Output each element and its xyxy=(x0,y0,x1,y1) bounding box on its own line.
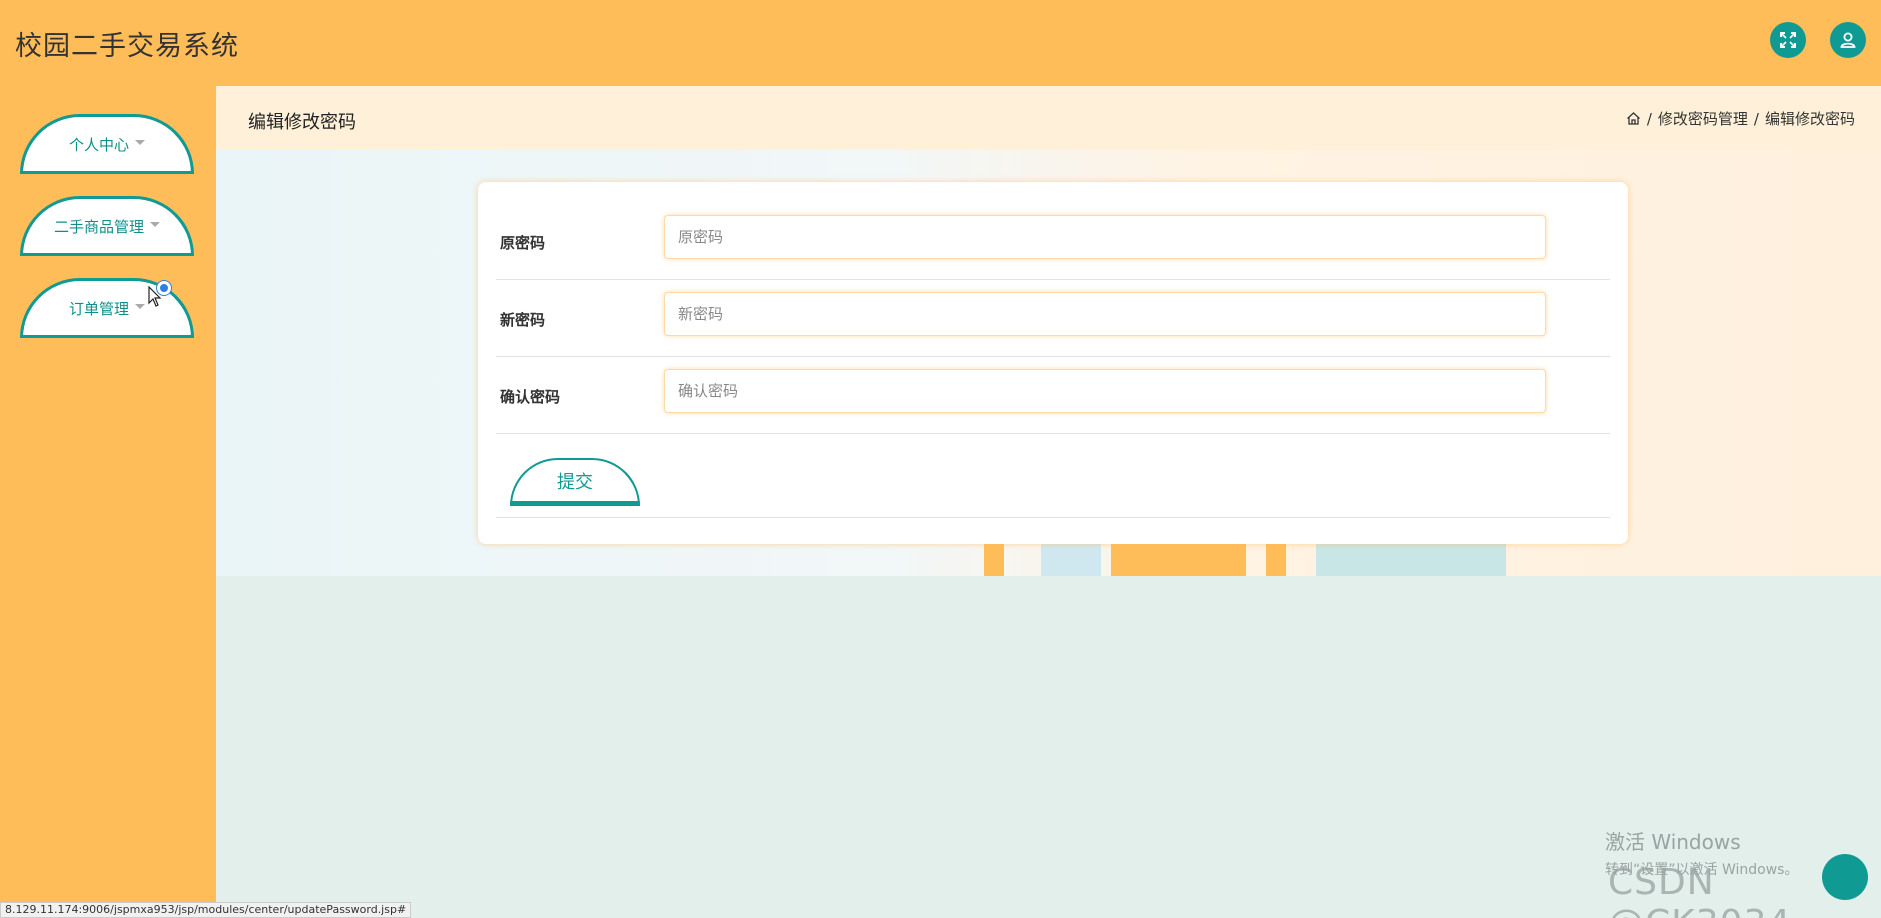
top-header: 校园二手交易系统 xyxy=(0,0,1881,86)
sidebar-item-label: 订单管理 xyxy=(68,299,129,318)
windows-activation-title: 激活 Windows xyxy=(1605,830,1741,854)
form-row-confirm-password: 确认密码 xyxy=(496,358,1610,434)
breadcrumb-item-edit-password: 编辑修改密码 xyxy=(1764,110,1855,128)
user-button[interactable] xyxy=(1830,22,1866,58)
user-icon xyxy=(1840,32,1856,48)
sidebar-item-label: 个人中心 xyxy=(68,135,129,154)
old-password-label: 原密码 xyxy=(500,234,546,252)
caret-down-icon xyxy=(135,303,145,309)
home-icon[interactable] xyxy=(1626,111,1641,126)
sidebar-item-label: 二手商品管理 xyxy=(53,217,144,236)
fullscreen-button[interactable] xyxy=(1770,22,1806,58)
submit-button[interactable]: 提交 xyxy=(510,458,640,506)
fullscreen-icon xyxy=(1780,32,1796,48)
page-title: 编辑修改密码 xyxy=(248,112,356,133)
caret-down-icon xyxy=(135,139,145,145)
sidebar-item-order-management[interactable]: 订单管理 xyxy=(20,278,194,338)
breadcrumb: / 修改密码管理 / 编辑修改密码 xyxy=(1626,108,1855,129)
old-password-input[interactable] xyxy=(664,215,1546,259)
csdn-watermark: CSDN @CK3034 xyxy=(1608,862,1790,918)
password-form-card: 原密码 新密码 确认密码 提交 xyxy=(478,182,1628,544)
mouse-cursor-icon xyxy=(148,286,162,307)
sidebar-item-personal-center[interactable]: 个人中心 xyxy=(20,114,194,174)
main-content: 编辑修改密码 / 修改密码管理 / 编辑修改密码 原密码 新密码 确认密码 提交 xyxy=(216,86,1881,918)
breadcrumb-separator: / xyxy=(1753,109,1759,128)
caret-down-icon xyxy=(150,221,160,227)
new-password-label: 新密码 xyxy=(500,311,546,329)
sidebar: 个人中心 二手商品管理 订单管理 xyxy=(0,86,216,918)
breadcrumb-separator: / xyxy=(1646,109,1652,128)
confirm-password-input[interactable] xyxy=(664,369,1546,413)
app-root: 校园二手交易系统 个人中心 二手商品管理 订单管理 编辑修改密码 / 修改密码管… xyxy=(0,0,1881,918)
form-row-old-password: 原密码 xyxy=(496,204,1610,280)
new-password-input[interactable] xyxy=(664,292,1546,336)
confirm-password-label: 确认密码 xyxy=(500,388,561,406)
browser-status-url: 8.129.11.174:9006/jspmxa953/jsp/modules/… xyxy=(0,902,412,918)
breadcrumb-item-password-management[interactable]: 修改密码管理 xyxy=(1658,108,1748,129)
app-title: 校园二手交易系统 xyxy=(15,31,239,62)
page-titlebar: 编辑修改密码 / 修改密码管理 / 编辑修改密码 xyxy=(216,86,1881,150)
form-row-submit: 提交 xyxy=(496,436,1610,518)
sidebar-item-goods-management[interactable]: 二手商品管理 xyxy=(20,196,194,256)
form-row-new-password: 新密码 xyxy=(496,281,1610,357)
